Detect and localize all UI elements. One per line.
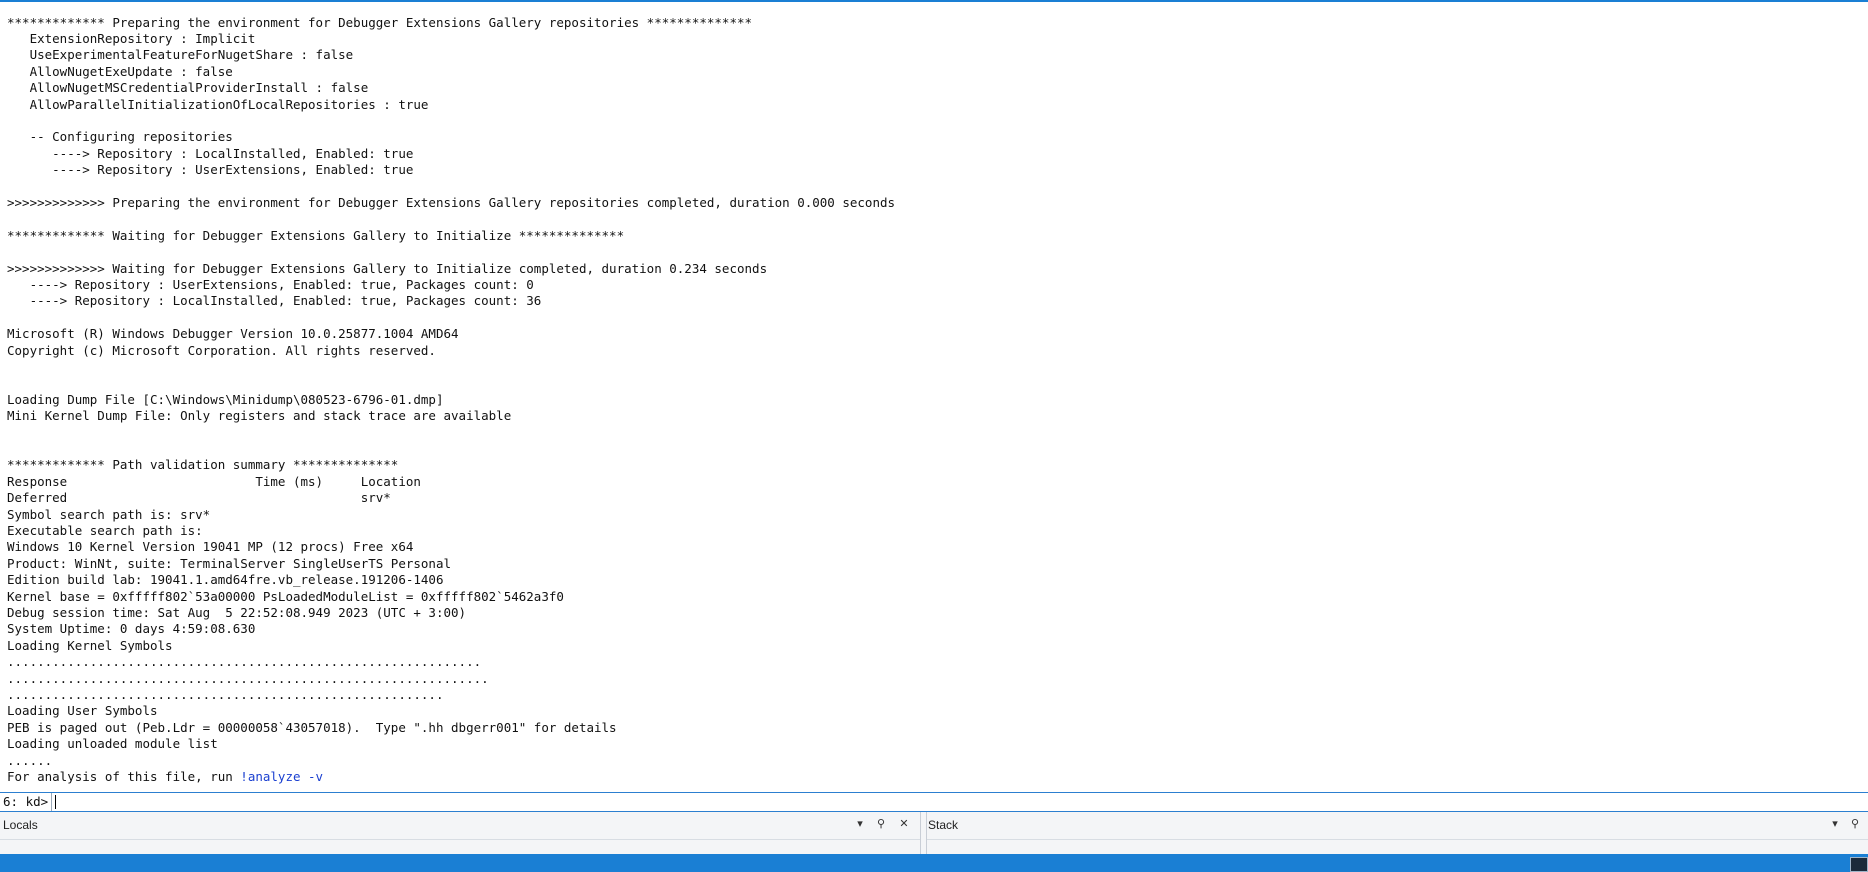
chevron-down-icon[interactable]: ▾ bbox=[1827, 816, 1843, 832]
command-prompt: 6: kd> bbox=[3, 793, 53, 811]
output-line: Microsoft (R) Windows Debugger Version 1… bbox=[7, 326, 459, 342]
command-output[interactable]: ************* Preparing the environment … bbox=[0, 2, 1868, 792]
output-line: >>>>>>>>>>>>> Preparing the environment … bbox=[7, 195, 896, 210]
output-line: AllowNugetExeUpdate : false bbox=[7, 63, 233, 79]
output-line: ************* Path validation summary **… bbox=[7, 457, 399, 473]
stack-pane-title: Stack bbox=[928, 818, 959, 832]
output-line: Deferred srv* bbox=[7, 490, 391, 506]
stack-pane: Stack ▾ ⚲ bbox=[926, 812, 1868, 854]
output-line: ----> Repository : UserExtensions, Enabl… bbox=[7, 277, 534, 292]
output-line: ........................................… bbox=[7, 670, 489, 686]
output-line: Mini Kernel Dump File: Only registers an… bbox=[7, 408, 512, 424]
output-line: Symbol search path is: srv* bbox=[7, 506, 211, 522]
output-line: Kernel base = 0xfffff802`53a00000 PsLoad… bbox=[7, 588, 564, 604]
chevron-down-icon[interactable]: ▾ bbox=[852, 816, 868, 832]
locals-tab-strip bbox=[0, 839, 920, 855]
output-line: Edition build lab: 19041.1.amd64fre.vb_r… bbox=[7, 572, 444, 588]
bottom-panes: Locals ▾ ⚲ ✕ Stack ▾ ⚲ bbox=[0, 812, 1868, 854]
output-line: ----> Repository : LocalInstalled, Enabl… bbox=[7, 293, 542, 309]
output-line: ************* Preparing the environment … bbox=[7, 14, 753, 30]
output-line: Loading Dump File [C:\Windows\Minidump\0… bbox=[7, 391, 444, 407]
output-line: UseExperimentalFeatureForNugetShare : fa… bbox=[7, 47, 354, 63]
pin-icon[interactable]: ⚲ bbox=[1847, 816, 1863, 832]
output-line: Product: WinNt, suite: TerminalServer Si… bbox=[7, 555, 452, 571]
output-line: System Uptime: 0 days 4:59:08.630 bbox=[7, 621, 256, 637]
output-line-analyze: For analysis of this file, run !analyze … bbox=[7, 769, 323, 785]
command-input[interactable] bbox=[54, 794, 1854, 810]
output-line: Executable search path is: bbox=[7, 523, 211, 538]
output-line: ************* Waiting for Debugger Exten… bbox=[7, 227, 625, 243]
locals-pane: Locals ▾ ⚲ ✕ bbox=[0, 812, 921, 854]
locals-pane-title: Locals bbox=[3, 818, 38, 832]
analyze-prefix: For analysis of this file, run bbox=[7, 769, 241, 784]
stack-tab-strip bbox=[927, 839, 1868, 855]
pin-icon[interactable]: ⚲ bbox=[873, 816, 889, 832]
output-line: ........................................… bbox=[7, 687, 444, 702]
output-line: Loading Kernel Symbols bbox=[7, 637, 173, 653]
output-line: AllowParallelInitializationOfLocalReposi… bbox=[7, 96, 429, 112]
output-line: ExtensionRepository : Implicit bbox=[7, 31, 256, 46]
analyze-link[interactable]: !analyze -v bbox=[240, 769, 323, 784]
output-line: >>>>>>>>>>>>> Waiting for Debugger Exten… bbox=[7, 260, 768, 276]
output-line: Windows 10 Kernel Version 19041 MP (12 p… bbox=[7, 539, 414, 555]
output-line: -- Configuring repositories bbox=[7, 129, 233, 145]
status-bar bbox=[0, 854, 1868, 872]
output-line: PEB is paged out (Peb.Ldr = 00000058`430… bbox=[7, 719, 617, 735]
text-caret bbox=[55, 795, 56, 809]
output-line: Debug session time: Sat Aug 5 22:52:08.9… bbox=[7, 605, 467, 620]
output-line: Loading User Symbols bbox=[7, 703, 158, 719]
output-line: AllowNugetMSCredentialProviderInstall : … bbox=[7, 80, 369, 96]
output-line: Response Time (ms) Location bbox=[7, 473, 421, 489]
output-line: ----> Repository : UserExtensions, Enabl… bbox=[7, 162, 414, 178]
output-line: ----> Repository : LocalInstalled, Enabl… bbox=[7, 145, 414, 161]
close-icon[interactable]: ✕ bbox=[896, 816, 912, 832]
output-line: Copyright (c) Microsoft Corporation. All… bbox=[7, 342, 436, 358]
notification-icon[interactable] bbox=[1850, 857, 1868, 872]
output-line: ........................................… bbox=[7, 654, 482, 670]
output-line: ...... bbox=[7, 752, 53, 768]
output-line: Loading unloaded module list bbox=[7, 736, 218, 752]
command-bar: 6: kd> bbox=[0, 792, 1868, 812]
